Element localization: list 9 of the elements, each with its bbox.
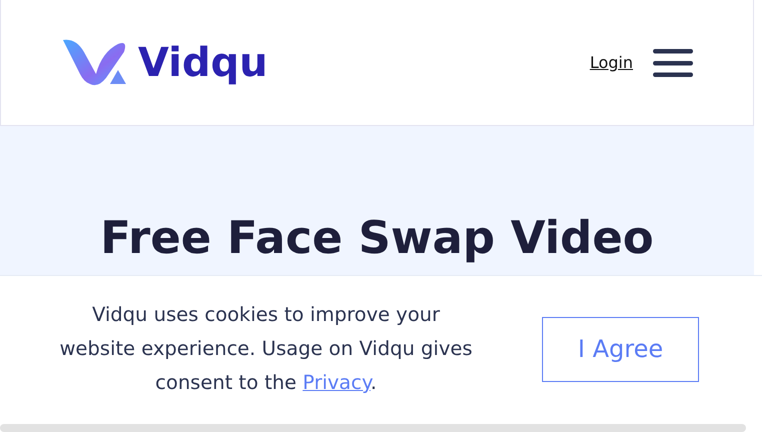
agree-button[interactable]: I Agree <box>542 316 699 382</box>
login-link[interactable]: Login <box>590 53 633 72</box>
hero-title: Free Face Swap Video <box>100 210 654 266</box>
brand-name: Vidqu <box>138 40 268 86</box>
scrollbar[interactable] <box>0 424 746 432</box>
logo-icon <box>62 38 128 88</box>
cookie-notice: Vidqu uses cookies to improve your website experience. Usage on Vidqu gives consent to the Privacy. <box>58 302 474 396</box>
menu-icon[interactable] <box>653 48 693 76</box>
privacy-link[interactable]: Privacy <box>302 371 370 394</box>
